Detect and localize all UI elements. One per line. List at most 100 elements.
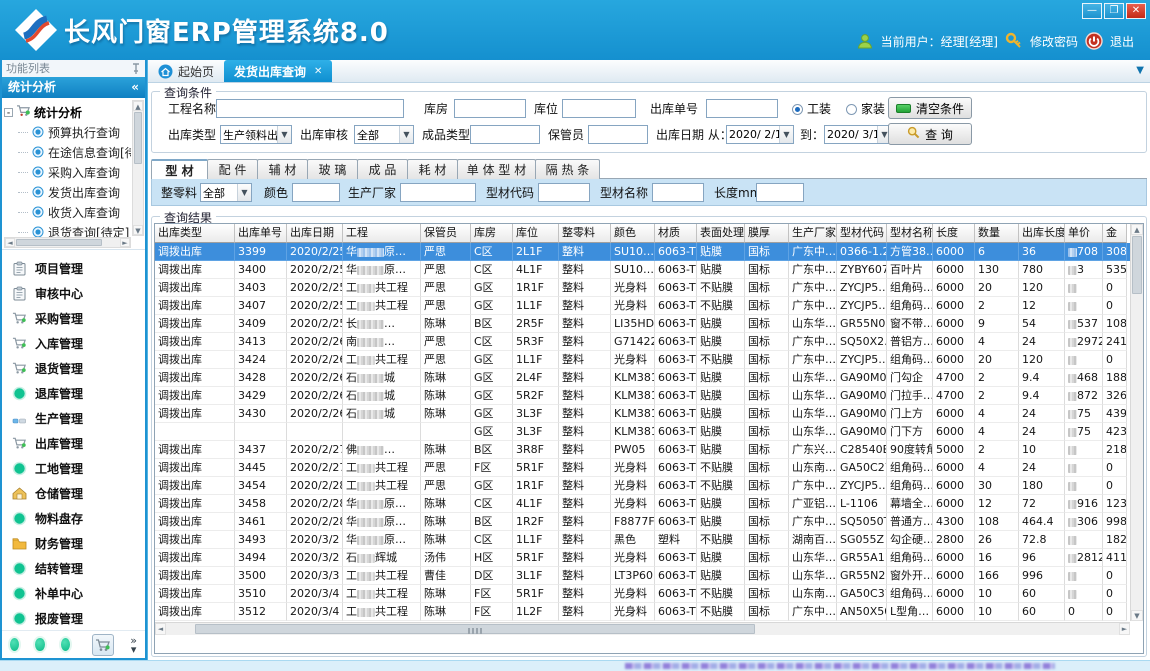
manufacturer-input[interactable] xyxy=(400,183,476,202)
search-button[interactable]: 查 询 xyxy=(888,123,972,145)
tree-expand-icon[interactable]: - xyxy=(4,108,13,117)
column-header-1[interactable]: 出库单号 xyxy=(235,224,287,243)
profile-name-input[interactable] xyxy=(652,183,704,202)
table-row[interactable]: 调拨出库34072020/2/25工共工程严思G区1L1F整料光身料6063-T… xyxy=(155,297,1143,315)
table-row[interactable]: 调拨出库34942020/3/2石辉城汤伟H区5R1F整料光身料6063-T5贴… xyxy=(155,549,1143,567)
column-header-10[interactable]: 表面处理 xyxy=(697,224,745,243)
column-header-13[interactable]: 型材代码 xyxy=(837,224,887,243)
maximize-button[interactable]: ❐ xyxy=(1104,3,1124,19)
column-header-18[interactable]: 单价 xyxy=(1065,224,1103,243)
tree-horizontal-scrollbar[interactable]: ◄ ► xyxy=(4,237,131,248)
radio-homewear[interactable]: 家装 xyxy=(846,99,885,119)
audit-select[interactable]: 全部▼ xyxy=(354,125,414,144)
table-row[interactable]: 调拨出库34132020/2/26南…严思C区5R3F整料G714226063-… xyxy=(155,333,1143,351)
menu-item-10[interactable]: 物料盘存 xyxy=(2,506,145,531)
date-from-picker[interactable]: 2020/ 2/16▼ xyxy=(726,125,794,144)
tree-item-1[interactable]: 在途信息查询[待 xyxy=(4,142,131,162)
material-tab-5[interactable]: 耗 材 xyxy=(407,159,458,179)
product-type-input[interactable] xyxy=(470,125,540,144)
project-name-input[interactable] xyxy=(216,99,404,118)
change-password-link[interactable]: 修改密码 xyxy=(1030,33,1078,50)
column-header-15[interactable]: 长度 xyxy=(933,224,975,243)
table-row[interactable]: 调拨出库34542020/2/28工共工程严思G区1R1F整料光身料6063-T… xyxy=(155,477,1143,495)
close-button[interactable]: ✕ xyxy=(1126,3,1146,19)
menu-item-9[interactable]: 仓储管理 xyxy=(2,481,145,506)
menu-item-12[interactable]: 结转管理 xyxy=(2,556,145,581)
toolbar-dot-icon[interactable] xyxy=(61,638,70,651)
tree-item-5[interactable]: 退货查询[待定] xyxy=(4,222,131,237)
menu-item-2[interactable]: 采购管理 xyxy=(2,306,145,331)
column-header-3[interactable]: 工程 xyxy=(343,224,421,243)
grid-vertical-scrollbar[interactable]: ▲ ▼ xyxy=(1130,224,1143,621)
material-tab-2[interactable]: 辅 材 xyxy=(257,159,308,179)
radio-workwear[interactable]: 工装 xyxy=(792,99,831,119)
table-row[interactable]: 调拨出库34282020/2/26石城陈琳G区2L4F整料KLM38176063… xyxy=(155,369,1143,387)
minimize-button[interactable]: — xyxy=(1082,3,1102,19)
column-header-14[interactable]: 型材名称 xyxy=(887,224,933,243)
column-header-12[interactable]: 生产厂家 xyxy=(789,224,837,243)
tab-close-icon[interactable]: ✕ xyxy=(314,66,322,77)
table-row[interactable]: 调拨出库34302020/2/26石城陈琳G区3L3F整料KLM38176063… xyxy=(155,405,1143,423)
tree-item-2[interactable]: 采购入库查询 xyxy=(4,162,131,182)
menu-item-5[interactable]: 退库管理 xyxy=(2,381,145,406)
table-row[interactable]: 调拨出库33992020/2/25华原…严思C区2L1F整料SU10…6063-… xyxy=(155,243,1143,261)
menu-item-8[interactable]: 工地管理 xyxy=(2,456,145,481)
column-header-6[interactable]: 库位 xyxy=(513,224,559,243)
table-row[interactable]: 调拨出库34002020/2/25华原…严思C区4L1F整料SU10…6063-… xyxy=(155,261,1143,279)
outbound-no-input[interactable] xyxy=(706,99,778,118)
collapse-chevron-icon[interactable]: « xyxy=(131,77,139,98)
material-tab-4[interactable]: 成 品 xyxy=(357,159,408,179)
overflow-chevron-icon[interactable]: »▾ xyxy=(130,636,137,654)
column-header-7[interactable]: 整零料 xyxy=(559,224,611,243)
table-row[interactable]: 调拨出库34372020/2/27佛…陈琳B区3R8F整料PW056063-T5… xyxy=(155,441,1143,459)
table-row[interactable]: 调拨出库34032020/2/25工共工程严思G区1R1F整料光身料6063-T… xyxy=(155,279,1143,297)
material-tab-0[interactable]: 型 材 xyxy=(151,159,208,179)
warehouse-input[interactable] xyxy=(454,99,526,118)
tab-home[interactable]: 起始页 xyxy=(148,60,224,82)
whole-part-select[interactable]: 全部▼ xyxy=(200,183,252,202)
location-input[interactable] xyxy=(562,99,636,118)
column-header-19[interactable]: 金 xyxy=(1103,224,1127,243)
material-tab-6[interactable]: 单 体 型 材 xyxy=(457,159,536,179)
date-to-picker[interactable]: 2020/ 3/16▼ xyxy=(824,125,892,144)
column-header-4[interactable]: 保管员 xyxy=(421,224,471,243)
clear-conditions-button[interactable]: 清空条件 xyxy=(888,97,972,119)
logout-link[interactable]: 退出 xyxy=(1110,33,1134,50)
table-row[interactable]: 调拨出库35102020/3/4工共工程陈琳F区5R1F整料光身料6063-T5… xyxy=(155,585,1143,603)
toolbar-dot-icon[interactable] xyxy=(35,638,44,651)
menu-item-6[interactable]: 生产管理 xyxy=(2,406,145,431)
table-row[interactable]: 调拨出库34582020/2/28华原…陈琳C区4L1F整料光身料6063-T5… xyxy=(155,495,1143,513)
column-header-8[interactable]: 颜色 xyxy=(611,224,655,243)
toolbar-dot-icon[interactable] xyxy=(10,638,19,651)
column-header-17[interactable]: 出库长度 xyxy=(1019,224,1065,243)
menu-item-13[interactable]: 补单中心 xyxy=(2,581,145,606)
column-header-16[interactable]: 数量 xyxy=(975,224,1019,243)
menu-item-4[interactable]: 退货管理 xyxy=(2,356,145,381)
keeper-input[interactable] xyxy=(588,125,648,144)
menu-item-11[interactable]: 财务管理 xyxy=(2,531,145,556)
table-row[interactable]: G区3L3F整料KLM38176063-T5贴膜国标山东华…GA90M09.门下… xyxy=(155,423,1143,441)
menu-item-3[interactable]: 入库管理 xyxy=(2,331,145,356)
tab-list-dropdown-icon[interactable]: ▼ xyxy=(1136,65,1144,76)
table-row[interactable]: 调拨出库34292020/2/26石城陈琳G区5R2F整料KLM38176063… xyxy=(155,387,1143,405)
menu-item-14[interactable]: 报废管理 xyxy=(2,606,145,630)
menu-item-0[interactable]: 项目管理 xyxy=(2,256,145,281)
material-tab-1[interactable]: 配 件 xyxy=(207,159,258,179)
table-row[interactable]: 调拨出库34092020/2/25长…陈琳B区2R5F整料LI35HD6063-… xyxy=(155,315,1143,333)
profile-code-input[interactable] xyxy=(538,183,590,202)
tree-root[interactable]: - 统计分析 xyxy=(4,102,131,122)
table-row[interactable]: 调拨出库34452020/2/27工共工程严思F区5R1F整料光身料6063-T… xyxy=(155,459,1143,477)
column-header-0[interactable]: 出库类型 xyxy=(155,224,235,243)
table-row[interactable]: 调拨出库35002020/3/3工共工程曹佳D区3L1F整料LT3P606063… xyxy=(155,567,1143,585)
column-header-9[interactable]: 材质 xyxy=(655,224,697,243)
tab-shipping-outbound-query[interactable]: 发货出库查询 ✕ xyxy=(224,60,332,82)
length-input[interactable] xyxy=(756,183,804,202)
column-header-2[interactable]: 出库日期 xyxy=(287,224,343,243)
table-row[interactable]: 调拨出库35122020/3/4工共工程陈琳F区1L2F整料光身料6063-T5… xyxy=(155,603,1143,621)
menu-item-7[interactable]: 出库管理 xyxy=(2,431,145,456)
table-row[interactable]: 调拨出库34612020/2/28华原…陈琳B区1R2F整料F8877FT606… xyxy=(155,513,1143,531)
column-header-11[interactable]: 膜厚 xyxy=(745,224,789,243)
material-tab-7[interactable]: 隔 热 条 xyxy=(535,159,600,179)
table-row[interactable]: 调拨出库34242020/2/26工共工程严思G区1L1F整料光身料6063-T… xyxy=(155,351,1143,369)
tree-item-4[interactable]: 收货入库查询 xyxy=(4,202,131,222)
